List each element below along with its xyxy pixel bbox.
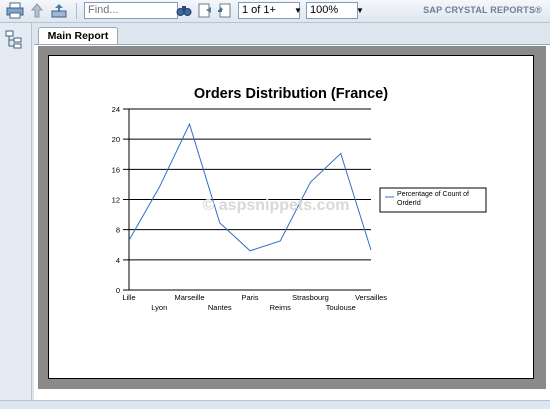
series-line: [128, 122, 372, 252]
toolbar-separator: [76, 3, 77, 19]
y-tick-label: 4: [116, 256, 120, 265]
x-tick-label: Nantes: [208, 303, 232, 312]
x-tick-label: Marseille: [174, 293, 204, 302]
y-tick-label: 12: [112, 196, 120, 205]
watermark: © aspsnippets.com: [203, 197, 350, 214]
y-tick-label: 8: [116, 226, 120, 235]
first-page-icon[interactable]: [197, 2, 213, 19]
chart-title: Orders Distribution (France): [194, 86, 388, 102]
chart: Orders Distribution (France) 0 4 8 12 16 20 24…: [112, 86, 487, 312]
y-tick-label: 20: [112, 135, 120, 144]
toolbar: 1 of 1+ ▼ 100% ▼ SAP CRYSTAL REPORTS®: [0, 0, 550, 23]
x-tick-label: Strasbourg: [292, 293, 329, 302]
x-tick-label: Lyon: [151, 303, 167, 312]
y-tick-label: 0: [116, 286, 120, 295]
y-tick-label: 16: [112, 165, 120, 174]
page-indicator[interactable]: 1 of 1+: [238, 2, 300, 19]
group-tree-icon[interactable]: [5, 30, 23, 50]
y-tick-label: 24: [112, 105, 120, 114]
find-input[interactable]: [84, 2, 178, 19]
report-page: Orders Distribution (France) 0 4 8 12 16 20 24…: [48, 55, 534, 379]
x-tick-label: Toulouse: [326, 303, 356, 312]
x-tick-label: Reims: [270, 303, 292, 312]
print-icon[interactable]: [6, 2, 24, 19]
export-icon[interactable]: [50, 2, 68, 19]
x-tick-label: Lille: [122, 293, 135, 302]
page-dropdown-arrow-icon[interactable]: ▼: [293, 2, 303, 19]
tab-main-report[interactable]: Main Report: [38, 27, 118, 45]
x-tick-label: Versailles: [355, 293, 387, 302]
up-arrow-icon[interactable]: [30, 2, 44, 19]
x-tick-label: Paris: [241, 293, 258, 302]
zoom-dropdown-arrow-icon[interactable]: ▼: [355, 2, 365, 19]
go-to-page-icon[interactable]: [217, 2, 233, 19]
zoom-select[interactable]: 100%: [306, 2, 358, 19]
brand-label: SAP CRYSTAL REPORTS®: [423, 5, 542, 15]
binoculars-icon[interactable]: [176, 2, 192, 19]
left-panel: [0, 23, 32, 408]
